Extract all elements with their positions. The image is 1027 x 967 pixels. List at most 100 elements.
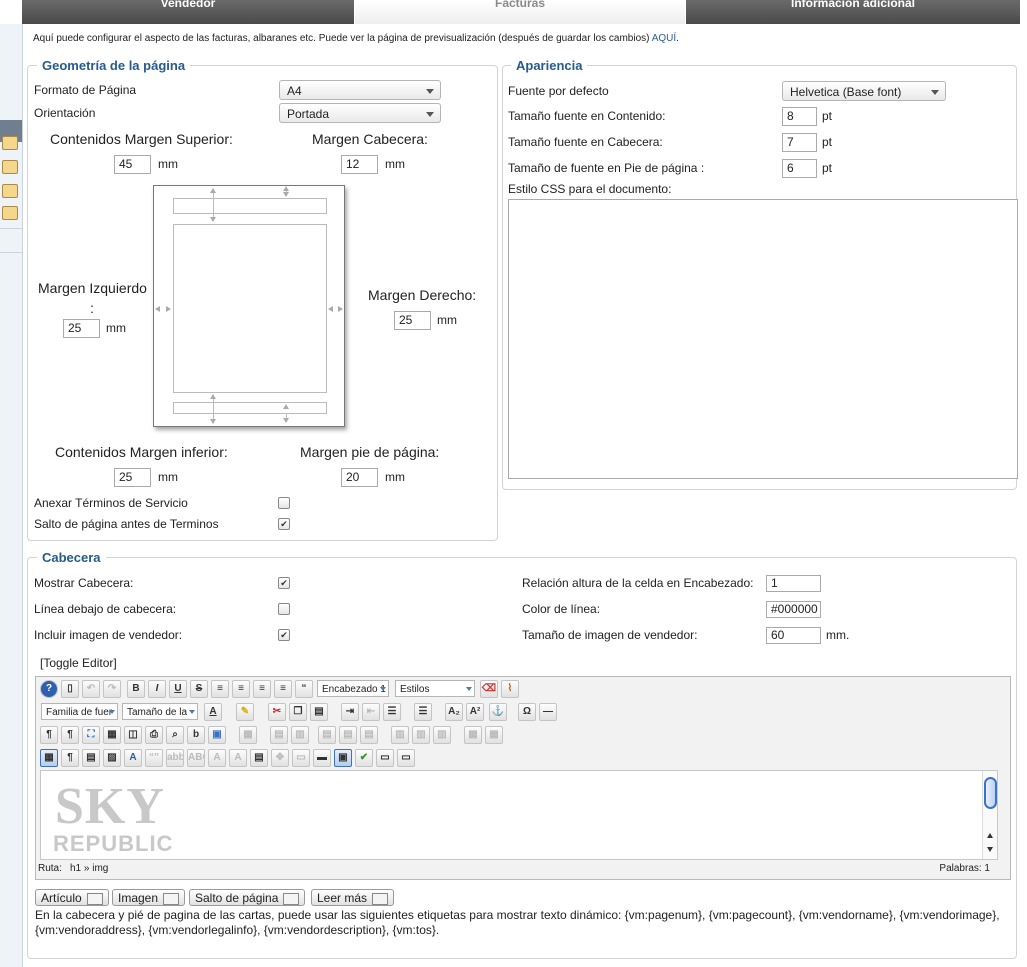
bold-icon[interactable]: B	[127, 680, 145, 698]
fullscreen-icon[interactable]: ⛶	[82, 726, 100, 744]
highlight-icon[interactable]: ✎	[236, 703, 254, 721]
vendor-image-checkbox[interactable]: ✔	[278, 629, 290, 641]
anchor-icon[interactable]: ⚓	[489, 703, 507, 721]
special-char-icon[interactable]: Ω	[518, 703, 536, 721]
attach-tos-checkbox[interactable]	[278, 497, 290, 509]
delete-col-icon[interactable]: ▥	[433, 726, 451, 744]
template-icon[interactable]: ▦	[103, 726, 121, 744]
nonbreaking-icon[interactable]: ▭	[292, 749, 310, 767]
footer-font-input[interactable]	[782, 159, 817, 178]
css-textarea[interactable]	[508, 199, 1018, 479]
broom-icon[interactable]: ⌇	[501, 680, 519, 698]
scroll-down-icon[interactable]	[987, 847, 993, 852]
line-color-input[interactable]	[766, 601, 821, 618]
italic-icon[interactable]: I	[148, 680, 166, 698]
image-button[interactable]: Imagen	[112, 889, 186, 906]
strikethrough-icon[interactable]: S	[190, 680, 208, 698]
scrollbar-thumb[interactable]	[984, 777, 997, 809]
row-props-icon[interactable]: ▤	[270, 726, 288, 744]
replace-icon[interactable]: b	[187, 726, 205, 744]
redo-icon[interactable]: ↷	[103, 680, 121, 698]
header-margin-input[interactable]	[341, 155, 378, 174]
cell-props-icon[interactable]: ▥	[291, 726, 309, 744]
align-left-icon[interactable]: ≡	[253, 680, 271, 698]
font-size-select[interactable]: Tamaño de la	[122, 703, 198, 720]
left-margin-input[interactable]	[63, 319, 100, 338]
toggle-editor-link[interactable]: [Toggle Editor]	[40, 656, 117, 670]
image-size-input[interactable]	[766, 627, 821, 644]
insert-media-icon[interactable]: ▬	[313, 749, 331, 767]
ordered-list-icon[interactable]: ☰	[383, 703, 401, 721]
readmore-icon[interactable]: ▭	[397, 749, 415, 767]
visual-aid-icon[interactable]: ▦	[40, 749, 58, 767]
top-margin-input[interactable]	[114, 155, 151, 174]
content-font-input[interactable]	[782, 107, 817, 126]
visual-chars-icon[interactable]: ▣	[334, 749, 352, 767]
font-family-select[interactable]: Familia de fuer	[41, 703, 118, 720]
merge-cells-icon[interactable]: ▦	[485, 726, 503, 744]
pagebreak-icon[interactable]: ▭	[376, 749, 394, 767]
undo-icon[interactable]: ↶	[82, 680, 100, 698]
paste-icon[interactable]: ▤	[310, 703, 328, 721]
underline-icon[interactable]: U	[169, 680, 187, 698]
footer-margin-input[interactable]	[341, 468, 378, 487]
pilcrow-icon[interactable]: ¶	[61, 749, 79, 767]
ins-icon[interactable]: A	[229, 749, 247, 767]
subscript-icon[interactable]: A₂	[445, 703, 463, 721]
image-edit-icon[interactable]: ▣	[208, 726, 226, 744]
insert-row-before-icon[interactable]: ▤	[318, 726, 336, 744]
rtl-icon[interactable]: ¶	[61, 726, 79, 744]
tab-informacion-adicional[interactable]: Información adicional	[686, 0, 1020, 24]
align-center-icon[interactable]: ≡	[232, 680, 250, 698]
insert-row-after-icon[interactable]: ▤	[339, 726, 357, 744]
default-font-select[interactable]: Helvetica (Base font)	[782, 81, 946, 101]
horizontal-rule-icon[interactable]: —	[539, 703, 557, 721]
article-button[interactable]: Artículo	[35, 889, 109, 906]
insert-col-after-icon[interactable]: ▥	[412, 726, 430, 744]
insert-image-icon[interactable]: ▨	[103, 749, 121, 767]
find-icon[interactable]: ⌕	[166, 726, 184, 744]
cut-icon[interactable]: ✂	[268, 703, 286, 721]
folder-icon[interactable]	[2, 136, 18, 150]
text-color-icon[interactable]: A	[204, 703, 222, 721]
preview-icon[interactable]: ▤	[82, 749, 100, 767]
pagebreak-button[interactable]: Salto de página	[189, 889, 306, 906]
tab-vendedor[interactable]: Vendedor	[22, 0, 354, 24]
new-document-icon[interactable]: ▯	[61, 680, 79, 698]
insert-col-before-icon[interactable]: ▥	[391, 726, 409, 744]
cell-ratio-input[interactable]	[766, 575, 821, 592]
style-props-icon[interactable]: A	[124, 749, 142, 767]
header-font-input[interactable]	[782, 133, 817, 152]
format-select[interactable]: Encabezado 1	[317, 680, 389, 697]
align-right-icon[interactable]: ≡	[274, 680, 292, 698]
readmore-button[interactable]: Leer más	[311, 889, 395, 906]
eraser-icon[interactable]: ⌫	[480, 680, 498, 698]
align-justify-icon[interactable]: ≡	[211, 680, 229, 698]
show-header-checkbox[interactable]: ✔	[278, 577, 290, 589]
scroll-up-icon[interactable]	[987, 833, 993, 838]
bottom-margin-input[interactable]	[114, 468, 151, 487]
split-cells-icon[interactable]: ▦	[464, 726, 482, 744]
tab-facturas[interactable]: Facturas	[355, 0, 685, 24]
code-icon[interactable]: ◫	[124, 726, 142, 744]
right-margin-input[interactable]	[394, 311, 431, 330]
outdent-icon[interactable]: ⇤	[362, 703, 380, 721]
attributes-icon[interactable]: ▤	[250, 749, 268, 767]
layer-icon[interactable]: ✥	[271, 749, 289, 767]
abbr-icon[interactable]: abbr	[166, 749, 184, 767]
copy-icon[interactable]: ❐	[289, 703, 307, 721]
orientation-select[interactable]: Portada	[279, 103, 441, 123]
cite-icon[interactable]: “”	[145, 749, 163, 767]
blockquote-icon[interactable]: “	[295, 680, 313, 698]
unordered-list-icon[interactable]: ☰	[414, 703, 432, 721]
help-icon[interactable]: ?	[40, 680, 58, 698]
indent-icon[interactable]: ⇥	[341, 703, 359, 721]
path-value[interactable]: h1 » img	[70, 859, 108, 879]
spellcheck-icon[interactable]: ✔	[355, 749, 373, 767]
page-format-select[interactable]: A4	[279, 80, 441, 100]
preview-link[interactable]: AQUÍ	[652, 33, 676, 44]
document-icon[interactable]	[2, 206, 18, 220]
editor-scrollbar[interactable]	[982, 771, 997, 859]
styles-select[interactable]: Estilos	[395, 680, 475, 697]
ltr-icon[interactable]: ¶	[40, 726, 58, 744]
